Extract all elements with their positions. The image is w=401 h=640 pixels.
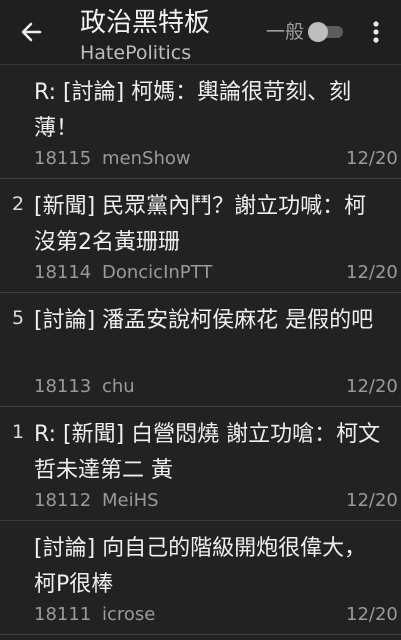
post-number: 18112 (34, 490, 92, 511)
board-subtitle: HatePolitics (80, 42, 192, 64)
post-meta: 18115 menShow 12/20 (34, 147, 401, 171)
app-bar: 政治黑特板 HatePolitics 一般 (0, 0, 401, 65)
post-author: MeiHS (102, 490, 159, 511)
post-row[interactable]: [討論] 向自己的階級開炮很偉大，柯P很棒 18111 icrose 12/20 (0, 521, 401, 635)
more-options-icon[interactable] (366, 18, 386, 46)
post-row[interactable]: R: [討論] 柯媽：輿論很苛刻、刻薄！ 18115 menShow 12/20 (0, 65, 401, 179)
post-title: [討論] 潘孟安說柯侯麻花 是假的吧 (34, 308, 374, 333)
post-title: R: [新聞] 白營悶燒 謝立功嗆：柯文哲未達第二 黃 (34, 422, 381, 483)
post-meta: 18114 DoncicInPTT 12/20 (34, 261, 401, 285)
post-number: 18115 (34, 148, 92, 169)
post-title: R: [討論] 柯媽：輿論很苛刻、刻薄！ (34, 80, 352, 141)
post-date: 12/20 (346, 262, 398, 283)
board-title-block: 政治黑特板 HatePolitics (80, 6, 260, 64)
push-count: 5 (11, 307, 25, 329)
mode-toggle[interactable] (307, 21, 345, 43)
post-number: 18113 (34, 376, 92, 397)
board-title: 政治黑特板 (80, 8, 211, 38)
post-row[interactable]: 2 [新聞] 民眾黨內鬥？謝立功喊：柯沒第2名黃珊珊 18114 DoncicI… (0, 179, 401, 293)
post-number: 18114 (34, 262, 92, 283)
post-date: 12/20 (346, 604, 398, 625)
post-meta: 18111 icrose 12/20 (34, 603, 401, 627)
post-date: 12/20 (346, 490, 398, 511)
post-list: R: [討論] 柯媽：輿論很苛刻、刻薄！ 18115 menShow 12/20… (0, 65, 401, 635)
post-date: 12/20 (346, 376, 398, 397)
post-meta: 18113 chu 12/20 (34, 375, 401, 399)
push-count: 2 (11, 193, 25, 215)
push-count: 1 (11, 421, 25, 443)
post-title: [新聞] 民眾黨內鬥？謝立功喊：柯沒第2名黃珊珊 (34, 194, 367, 255)
post-row[interactable]: 1 R: [新聞] 白營悶燒 謝立功嗆：柯文哲未達第二 黃 18112 MeiH… (0, 407, 401, 521)
post-title: [討論] 向自己的階級開炮很偉大，柯P很棒 (34, 536, 367, 597)
mode-label: 一般 (266, 21, 305, 43)
post-author: icrose (102, 604, 156, 625)
back-arrow-icon[interactable] (18, 18, 46, 46)
post-author: menShow (102, 148, 191, 169)
post-row[interactable]: 5 [討論] 潘孟安說柯侯麻花 是假的吧 18113 chu 12/20 (0, 293, 401, 407)
post-meta: 18112 MeiHS 12/20 (34, 489, 401, 513)
post-number: 18111 (34, 604, 92, 625)
post-date: 12/20 (346, 148, 398, 169)
post-author: DoncicInPTT (102, 262, 213, 283)
post-author: chu (102, 376, 135, 397)
toggle-knob (308, 22, 328, 42)
